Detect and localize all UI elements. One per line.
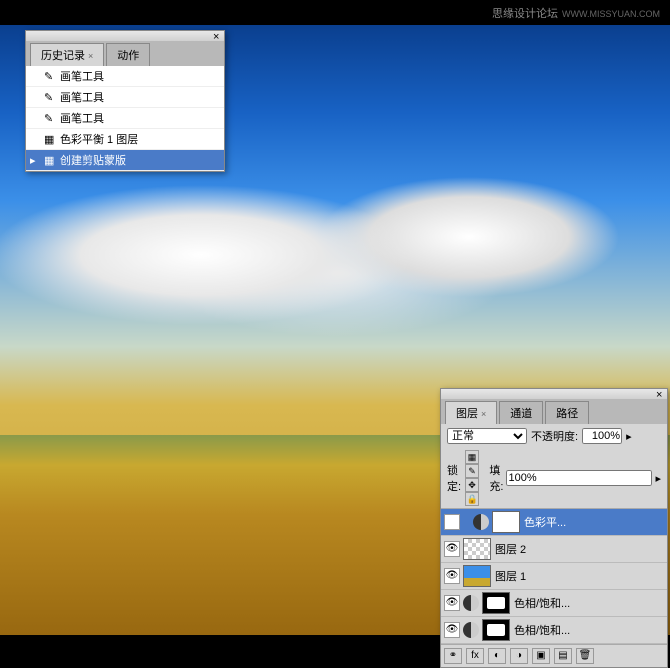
close-icon[interactable]: × [213,31,221,39]
close-icon[interactable]: × [656,389,664,397]
layer-item[interactable]: 👁 图层 1 [441,563,667,590]
chevron-down-icon[interactable]: ▸ [655,472,661,485]
lock-label: 锁定: [447,462,461,494]
adjustment-icon [463,622,479,638]
layer-footer: ⚭ fx ◐ ◑ ▣ ▤ 🗑 [441,644,667,667]
fill-input[interactable] [506,470,652,486]
chevron-down-icon[interactable]: ▸ [626,430,632,443]
tab-layers[interactable]: 图层× [445,401,497,424]
layer-mask-thumb[interactable] [482,619,510,641]
new-layer-icon[interactable]: ▤ [554,648,572,664]
tab-close-icon[interactable]: × [88,51,93,61]
history-item[interactable]: ▸▦创建剪贴蒙版 [26,150,224,171]
history-item[interactable]: ✎画笔工具 [26,66,224,87]
tab-actions[interactable]: 动作 [106,43,150,66]
panel-drag-bar[interactable]: × [26,31,224,41]
watermark: 思缘设计论坛WWW.MISSYUAN.COM [492,5,660,21]
layer-name: 色相/饱和... [514,622,570,638]
layer-list: 👁 色彩平... 👁 图层 2 👁 图层 1 👁 色相/饱和... 👁 色相 [441,509,667,644]
layer-style-icon[interactable]: fx [466,648,484,664]
tab-paths[interactable]: 路径 [545,401,589,424]
layers-tabs: 图层× 通道 路径 [441,399,667,424]
tab-close-icon[interactable]: × [481,409,486,419]
layer-mask-thumb[interactable] [492,511,520,533]
layer-name: 色彩平... [524,514,566,530]
layer-mask-icon[interactable]: ◐ [488,648,506,664]
history-item[interactable]: ✎画笔工具 [26,87,224,108]
layer-name: 图层 1 [495,568,526,584]
layer-icon: ▦ [44,154,56,166]
visibility-icon[interactable]: 👁 [444,595,460,611]
tab-channels[interactable]: 通道 [499,401,543,424]
layer-item[interactable]: 👁 色相/饱和... [441,590,667,617]
brush-icon: ✎ [44,70,56,82]
layers-panel: × 图层× 通道 路径 正常 不透明度: ▸ 锁定: ▦ ✎ ✥ 🔒 填充: ▸… [440,388,668,668]
layer-item[interactable]: 👁 图层 2 [441,536,667,563]
layer-thumb[interactable] [463,538,491,560]
layer-group-icon[interactable]: ▣ [532,648,550,664]
tab-history[interactable]: 历史记录× [30,43,104,66]
visibility-icon[interactable]: 👁 [444,568,460,584]
layer-name: 色相/饱和... [514,595,570,611]
layer-name: 图层 2 [495,541,526,557]
layer-mask-thumb[interactable] [482,592,510,614]
layer-icon: ▦ [44,133,56,145]
panel-drag-bar[interactable]: × [441,389,667,399]
visibility-icon[interactable]: 👁 [444,541,460,557]
blend-mode-select[interactable]: 正常 [447,428,527,444]
visibility-icon[interactable]: 👁 [444,514,460,530]
fill-label: 填充: [489,462,503,494]
lock-paint-icon[interactable]: ✎ [465,464,479,478]
lock-position-icon[interactable]: ✥ [465,478,479,492]
layer-item[interactable]: 👁 色相/饱和... [441,617,667,644]
adjustment-icon [463,595,479,611]
history-item[interactable]: ✎画笔工具 [26,108,224,129]
history-panel: × 历史记录× 动作 ✎画笔工具 ✎画笔工具 ✎画笔工具 ▦色彩平衡 1 图层 … [25,30,225,172]
lock-row: 锁定: ▦ ✎ ✥ 🔒 填充: ▸ [441,448,667,509]
history-tabs: 历史记录× 动作 [26,41,224,66]
opacity-input[interactable] [582,428,622,444]
layer-controls: 正常 不透明度: ▸ [441,424,667,448]
delete-layer-icon[interactable]: 🗑 [576,648,594,664]
adjustment-layer-icon[interactable]: ◑ [510,648,528,664]
visibility-icon[interactable]: 👁 [444,622,460,638]
opacity-label: 不透明度: [531,428,578,444]
history-list: ✎画笔工具 ✎画笔工具 ✎画笔工具 ▦色彩平衡 1 图层 ▸▦创建剪贴蒙版 [26,66,224,171]
lock-transparency-icon[interactable]: ▦ [465,450,479,464]
history-item[interactable]: ▦色彩平衡 1 图层 [26,129,224,150]
link-layers-icon[interactable]: ⚭ [444,648,462,664]
adjustment-icon [473,514,489,530]
layer-item[interactable]: 👁 色彩平... [441,509,667,536]
brush-icon: ✎ [44,91,56,103]
lock-all-icon[interactable]: 🔒 [465,492,479,506]
layer-thumb[interactable] [463,565,491,587]
brush-icon: ✎ [44,112,56,124]
